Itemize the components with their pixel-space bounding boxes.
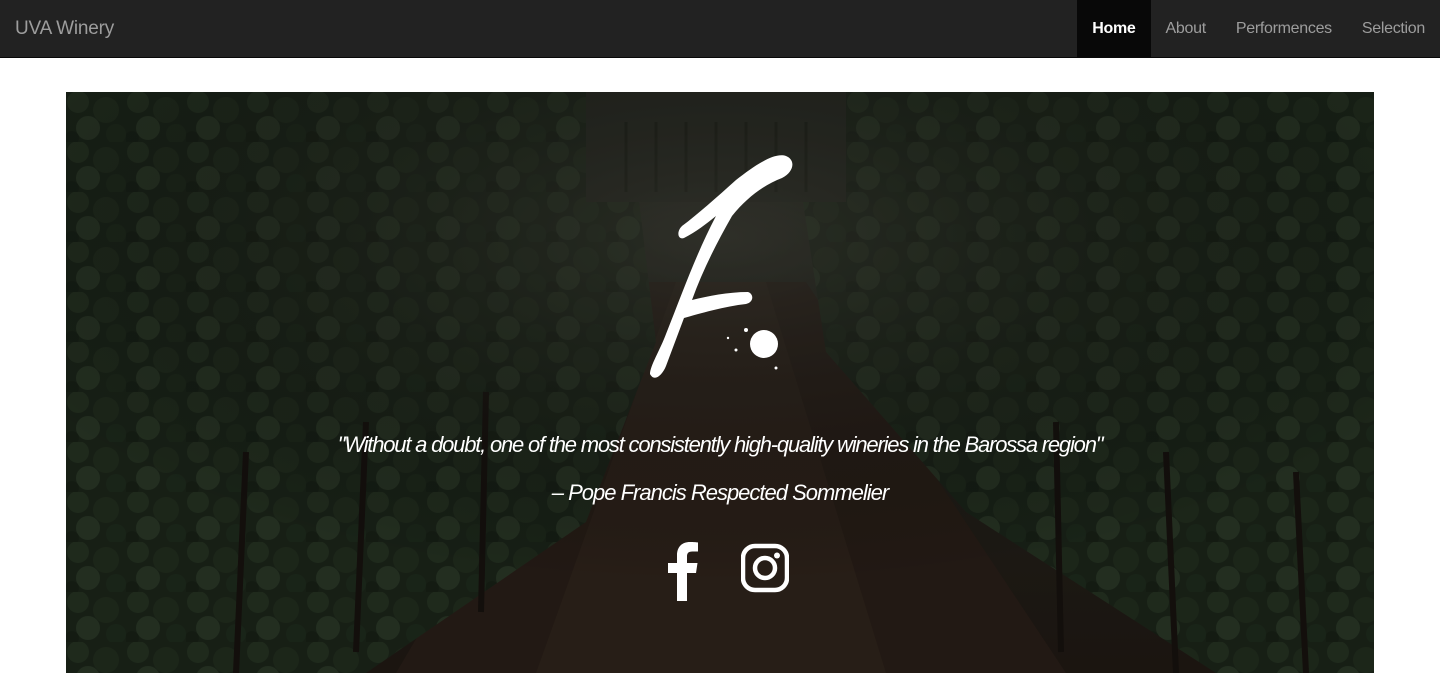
quote-attribution: – Pope Francis Respected Sommelier [551, 480, 890, 505]
nav-link-home[interactable]: Home [1077, 0, 1151, 57]
nav-link-performences[interactable]: Performences [1221, 0, 1347, 57]
nav-link-about[interactable]: About [1151, 0, 1221, 57]
nav-item-selection: Selection [1347, 0, 1440, 57]
hero-quote: "Without a doubt, one of the most consis… [337, 432, 1104, 457]
facebook-icon[interactable] [657, 539, 705, 601]
nav-link-selection[interactable]: Selection [1347, 0, 1440, 57]
nav-item-about: About [1151, 0, 1221, 57]
social-links [66, 539, 1374, 601]
nav-item-home: Home [1077, 0, 1151, 57]
brand-link[interactable]: UVA Winery [15, 0, 114, 57]
brush-letter-f-logo [650, 155, 793, 378]
nav-menu: Home About Performences Selection [1077, 0, 1440, 57]
nav-item-performences: Performences [1221, 0, 1347, 57]
hero-banner: "Without a doubt, one of the most consis… [66, 92, 1374, 673]
instagram-icon[interactable] [740, 539, 790, 601]
top-navbar: UVA Winery Home About Performences Selec… [0, 0, 1440, 58]
